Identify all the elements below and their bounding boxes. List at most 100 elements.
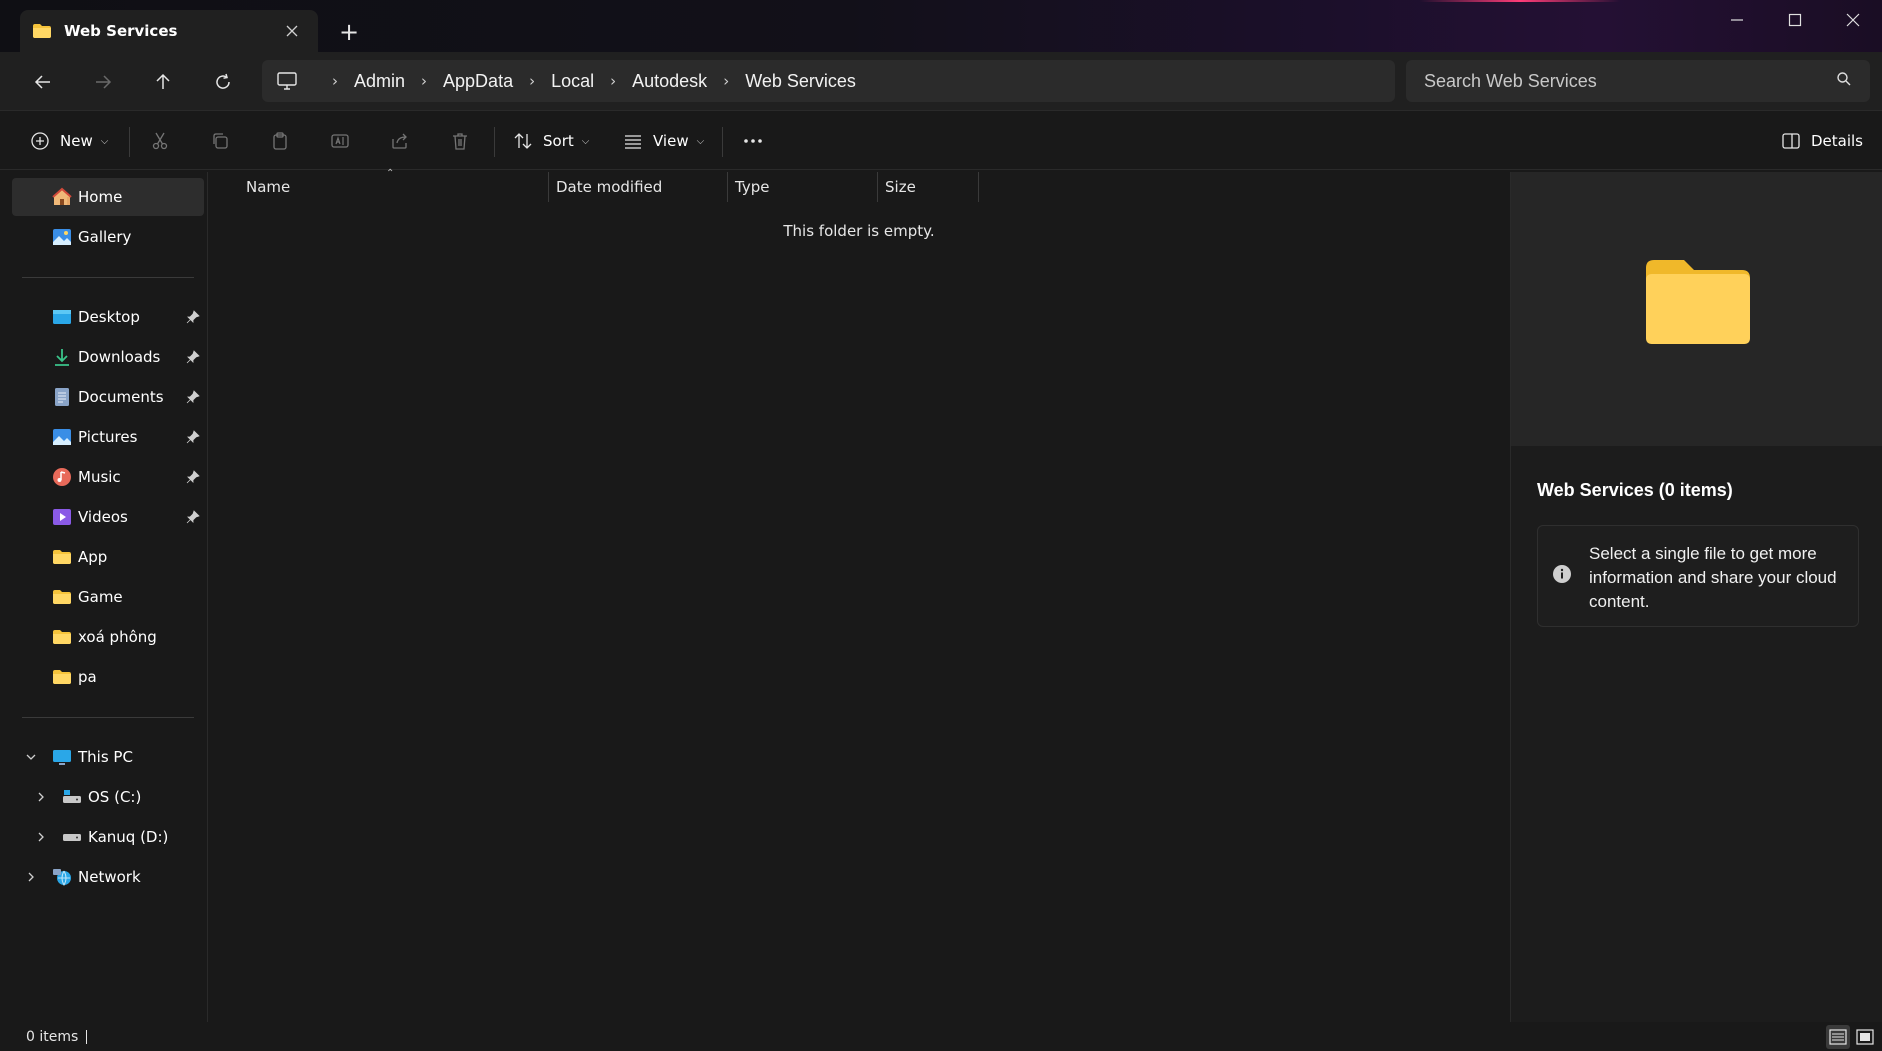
sidebar-item-pictures[interactable]: Pictures [12, 418, 204, 456]
pictures-icon [52, 427, 72, 447]
chevron-right-icon[interactable]: › [332, 72, 338, 90]
search-input[interactable] [1424, 70, 1836, 92]
pin-icon[interactable] [186, 350, 200, 364]
new-button[interactable]: New ⌵ [30, 121, 108, 161]
sort-button[interactable]: Sort ⌵ [513, 121, 589, 161]
details-title: Web Services (0 items) [1537, 480, 1733, 500]
chevron-right-icon[interactable]: › [610, 72, 616, 90]
breadcrumb-local[interactable]: Local [551, 71, 594, 92]
rename-button[interactable] [330, 121, 350, 161]
plus-circle-icon [31, 132, 49, 150]
cut-button[interactable] [150, 121, 170, 161]
minimize-button[interactable] [1708, 0, 1766, 40]
address-bar[interactable]: › Admin › AppData › Local › Autodesk › W… [262, 60, 1395, 102]
pin-icon[interactable] [186, 470, 200, 484]
new-tab-button[interactable]: + [333, 16, 365, 48]
chevron-right-icon[interactable] [24, 870, 38, 884]
sidebar-item-documents[interactable]: Documents [12, 378, 204, 416]
column-divider[interactable] [877, 172, 878, 202]
refresh-button[interactable] [203, 62, 243, 102]
info-message: Select a single file to get more informa… [1589, 544, 1837, 611]
sidebar-item-label: Downloads [78, 348, 161, 366]
sidebar-item-drive-c[interactable]: OS (C:) [12, 778, 204, 816]
details-view-button[interactable] [1826, 1025, 1850, 1049]
column-header-size[interactable]: Size [885, 172, 975, 202]
pin-icon[interactable] [186, 510, 200, 524]
details-pane: Web Services (0 items) Select a single f… [1510, 172, 1882, 1022]
sidebar-item-videos[interactable]: Videos [12, 498, 204, 536]
document-icon [52, 387, 72, 407]
sidebar-item-app[interactable]: App [12, 538, 204, 576]
view-button[interactable]: View ⌵ [623, 121, 704, 161]
drive-icon [62, 787, 82, 807]
chevron-right-icon[interactable]: › [529, 72, 535, 90]
breadcrumb-autodesk[interactable]: Autodesk [632, 71, 707, 92]
preview-area [1511, 172, 1882, 446]
sidebar-item-network[interactable]: Network [12, 858, 204, 896]
tab-web-services[interactable]: Web Services [20, 10, 318, 52]
copy-icon [213, 133, 228, 149]
sidebar-item-pa[interactable]: pa [12, 658, 204, 696]
column-header-name[interactable]: Name [246, 172, 546, 202]
column-divider[interactable] [548, 172, 549, 202]
navigation-pane: Home Gallery Desktop Downloads Documents… [10, 172, 208, 1022]
up-button[interactable] [143, 62, 183, 102]
large-icons-view-button[interactable] [1853, 1025, 1877, 1049]
folder-icon [33, 24, 51, 38]
back-button[interactable] [23, 62, 63, 102]
more-options-button[interactable] [742, 121, 764, 161]
sidebar-item-gallery[interactable]: Gallery [12, 218, 204, 256]
breadcrumb-web-services[interactable]: Web Services [745, 71, 856, 92]
sidebar-item-game[interactable]: Game [12, 578, 204, 616]
chevron-right-icon[interactable]: › [421, 72, 427, 90]
status-bar: 0 items [0, 1022, 1882, 1051]
pin-icon[interactable] [186, 390, 200, 404]
file-list[interactable]: ⌃ Name Date modified Type Size This fold… [210, 168, 1508, 1022]
close-window-button[interactable] [1824, 0, 1882, 40]
sidebar-item-this-pc[interactable]: This PC [12, 738, 204, 776]
monitor-icon[interactable] [276, 70, 298, 92]
chevron-right-icon[interactable]: › [723, 72, 729, 90]
sidebar-divider [22, 277, 194, 278]
sort-icon [514, 133, 532, 149]
scissors-icon [152, 132, 168, 150]
column-header-type[interactable]: Type [735, 172, 875, 202]
copy-button[interactable] [210, 121, 230, 161]
pin-icon[interactable] [186, 430, 200, 444]
chevron-down-icon: ⌵ [100, 135, 109, 147]
sidebar-item-music[interactable]: Music [12, 458, 204, 496]
gallery-icon [52, 227, 72, 247]
info-card: Select a single file to get more informa… [1537, 525, 1859, 627]
new-label: New [60, 132, 93, 150]
sidebar-item-label: Gallery [78, 228, 132, 246]
sidebar-item-label: Desktop [78, 308, 140, 326]
column-divider[interactable] [727, 172, 728, 202]
pin-icon[interactable] [186, 310, 200, 324]
details-button[interactable]: Details [1781, 121, 1863, 161]
command-bar: New ⌵ Sort ⌵ View ⌵ Details [0, 110, 1882, 170]
column-header-date-modified[interactable]: Date modified [556, 172, 736, 202]
sidebar-item-home[interactable]: Home [12, 178, 204, 216]
chevron-down-icon: ⌵ [696, 135, 705, 147]
view-label: View [653, 132, 689, 150]
maximize-button[interactable] [1766, 0, 1824, 40]
chevron-right-icon[interactable] [34, 830, 48, 844]
details-view-icon [1829, 1029, 1847, 1045]
close-tab-button[interactable] [278, 17, 306, 45]
sidebar-item-desktop[interactable]: Desktop [12, 298, 204, 336]
sidebar-item-drive-d[interactable]: Kanuq (D:) [12, 818, 204, 856]
sidebar-item-downloads[interactable]: Downloads [12, 338, 204, 376]
search-box[interactable] [1406, 60, 1870, 102]
breadcrumb-admin[interactable]: Admin [354, 71, 405, 92]
share-button[interactable] [390, 121, 410, 161]
breadcrumb-appdata[interactable]: AppData [443, 71, 513, 92]
chevron-right-icon[interactable] [34, 790, 48, 804]
search-icon[interactable] [1836, 71, 1852, 91]
toolbar-divider [722, 127, 723, 157]
delete-button[interactable] [450, 121, 470, 161]
forward-button[interactable] [83, 62, 123, 102]
chevron-down-icon[interactable] [24, 750, 38, 764]
sidebar-item-xoa-phong[interactable]: xoá phông [12, 618, 204, 656]
paste-button[interactable] [270, 121, 290, 161]
column-divider[interactable] [978, 172, 979, 202]
